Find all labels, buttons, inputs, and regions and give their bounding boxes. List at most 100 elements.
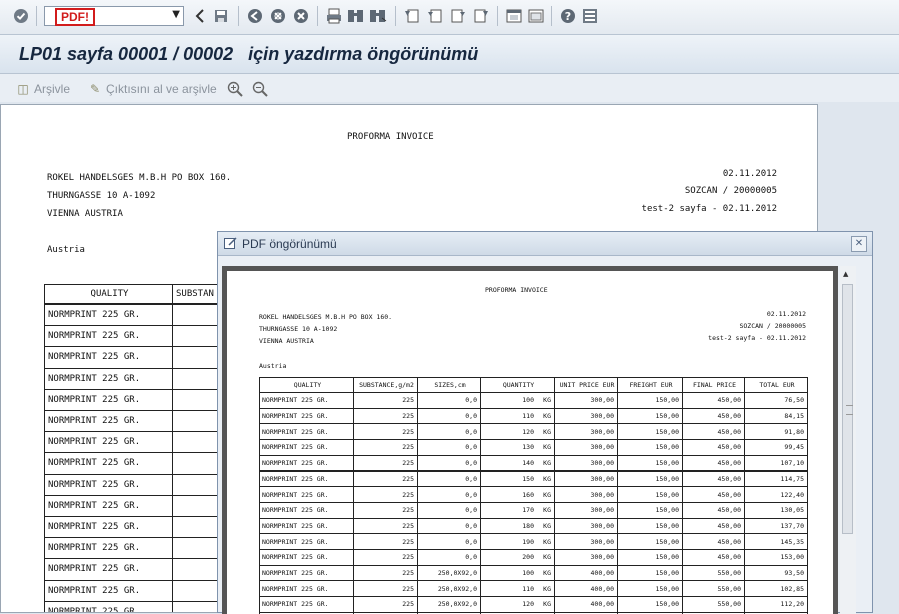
help-icon[interactable]: ?	[559, 7, 577, 25]
table-cell-quantity: 180 KG	[480, 517, 555, 535]
exit-icon[interactable]	[269, 7, 287, 25]
bg-table-row: NORMPRINT 225 GR.	[44, 367, 173, 390]
table-cell-total-text: 93,50	[784, 569, 804, 578]
table-cell-freight: 150,00	[617, 564, 683, 582]
bg-table-row: NORMPRINT 225 GR.	[44, 600, 173, 612]
table-cell-quantity: 170 KG	[480, 501, 555, 519]
zoom-in-button[interactable]	[227, 80, 243, 98]
quantity-value: 110	[522, 584, 534, 593]
table-cell-sizes: 250,0X92,0	[417, 564, 481, 582]
quantity-value: 140	[522, 459, 534, 468]
table-row-text: NORMPRINT 225 GR.	[262, 584, 329, 593]
table-cell-sizes-text: 0,0	[465, 427, 477, 436]
find-next-icon[interactable]	[369, 7, 387, 25]
table-row-text: NORMPRINT 225 GR.	[262, 506, 329, 515]
bg-table-row-text: NORMPRINT 225 GR.	[48, 585, 141, 596]
table-cell-total: 93,50	[744, 564, 808, 582]
pdf-header-0: QUALITY	[259, 377, 354, 393]
table-cell-total: 99,45	[744, 439, 808, 456]
archive-icon: ◫	[17, 82, 29, 96]
command-field-value: PDF!	[55, 8, 95, 26]
table-cell-unit-price: 300,00	[554, 486, 618, 503]
command-field[interactable]: PDF! ▼	[44, 6, 184, 26]
table-cell-sizes: 0,0	[417, 549, 481, 566]
quantity-unit: KG	[543, 474, 551, 483]
table-cell-final-price-text: 450,00	[717, 443, 741, 452]
doc-ref: SOZCAN / 20000005	[684, 186, 777, 196]
customize-layout-icon[interactable]	[581, 7, 599, 25]
table-cell-unit-price: 300,00	[554, 501, 618, 519]
back-nav-icon[interactable]	[246, 7, 264, 25]
table-cell-final-price: 450,00	[682, 533, 745, 550]
table-row: NORMPRINT 225 GR.	[259, 549, 354, 566]
print-icon[interactable]	[325, 7, 343, 25]
shortcut-icon[interactable]	[527, 7, 545, 25]
table-cell-final-price: 550,00	[682, 580, 745, 598]
pdf-viewer[interactable]: PROFORMA INVOICE ROKEL HANDELSGES M.B.H …	[222, 266, 838, 614]
table-cell-unit-price-text: 300,00	[590, 537, 614, 546]
table-cell-unit-price-text: 400,00	[590, 600, 614, 609]
table-cell-freight: 150,00	[617, 549, 683, 566]
quantity-value: 190	[522, 537, 534, 546]
quantity-unit: KG	[543, 553, 551, 562]
table-cell-freight: 150,00	[617, 439, 683, 456]
table-cell-substance-text: 225	[402, 396, 414, 405]
bg-table-row: NORMPRINT 225 GR.	[44, 558, 173, 581]
table-row: NORMPRINT 225 GR.	[259, 533, 354, 550]
title-bar: LP01 sayfa 00001 / 00002 için yazdırma ö…	[0, 35, 899, 74]
bg-table-row-text: NORMPRINT 225 GR.	[48, 564, 141, 575]
first-page-icon[interactable]	[403, 7, 421, 25]
table-cell-total: 102,85	[744, 580, 808, 598]
table-row-text: NORMPRINT 225 GR.	[262, 537, 329, 546]
table-cell-unit-price: 300,00	[554, 407, 618, 425]
zoom-in-icon	[227, 81, 243, 97]
table-cell-total-text: 114,75	[780, 474, 804, 483]
quantity-unit: KG	[543, 427, 551, 436]
table-cell-freight-text: 150,00	[655, 521, 679, 530]
scroll-up-icon[interactable]: ▲	[843, 270, 848, 278]
cancel-icon[interactable]	[292, 7, 310, 25]
archive-button[interactable]: ◫ Arşivle	[15, 80, 70, 98]
next-page-icon[interactable]	[449, 7, 467, 25]
table-cell-freight-text: 150,00	[655, 459, 679, 468]
previous-page-icon[interactable]	[426, 7, 444, 25]
table-cell-total-text: 145,35	[780, 537, 804, 546]
print-and-archive-button[interactable]: ✎ Çıktısını al ve arşivle	[87, 80, 217, 98]
table-row: NORMPRINT 225 GR.	[259, 580, 354, 598]
table-cell-sizes: 0,0	[417, 470, 481, 488]
table-cell-total-text: 112,20	[780, 600, 804, 609]
back-icon[interactable]	[191, 7, 209, 25]
create-session-icon[interactable]	[505, 7, 523, 25]
page-title: LP01 sayfa 00001 / 00002 için yazdırma ö…	[19, 44, 479, 64]
pdf-address-line-3: VIENNA AUSTRIA	[259, 337, 314, 345]
table-cell-final-price: 450,00	[682, 423, 745, 441]
table-cell-total: 107,10	[744, 454, 808, 472]
scrollbar-thumb[interactable]	[842, 284, 853, 534]
table-cell-freight: 150,00	[617, 501, 683, 519]
table-row-text: NORMPRINT 225 GR.	[262, 396, 329, 405]
table-cell-freight: 150,00	[617, 486, 683, 503]
table-cell-final-price: 550,00	[682, 564, 745, 582]
zoom-out-button[interactable]	[252, 80, 268, 98]
table-cell-sizes-text: 0,0	[465, 553, 477, 562]
bg-header-quality: QUALITY	[44, 284, 173, 304]
quantity-unit: KG	[543, 490, 551, 499]
last-page-icon[interactable]	[472, 7, 490, 25]
bg-table-row: NORMPRINT 225 GR.	[44, 388, 173, 411]
table-cell-quantity: 100 KG	[480, 564, 555, 582]
bg-table-row: NORMPRINT 225 GR.	[44, 452, 173, 475]
table-cell-sizes: 0,0	[417, 392, 481, 409]
table-cell-final-price: 450,00	[682, 470, 745, 488]
table-cell-substance: 225	[353, 392, 418, 409]
check-icon[interactable]	[12, 7, 30, 25]
vertical-scrollbar[interactable]: ▲	[840, 266, 856, 614]
table-cell-freight: 150,00	[617, 392, 683, 409]
close-icon[interactable]: ✕	[851, 236, 867, 252]
save-icon[interactable]	[212, 7, 230, 25]
bg-table-row: NORMPRINT 225 GR.	[44, 579, 173, 602]
table-row: NORMPRINT 225 GR.	[259, 486, 354, 503]
find-icon[interactable]	[347, 7, 365, 25]
dropdown-arrow-icon[interactable]: ▼	[172, 9, 180, 20]
country: Austria	[47, 245, 85, 255]
pdf-country: Austria	[259, 362, 287, 370]
